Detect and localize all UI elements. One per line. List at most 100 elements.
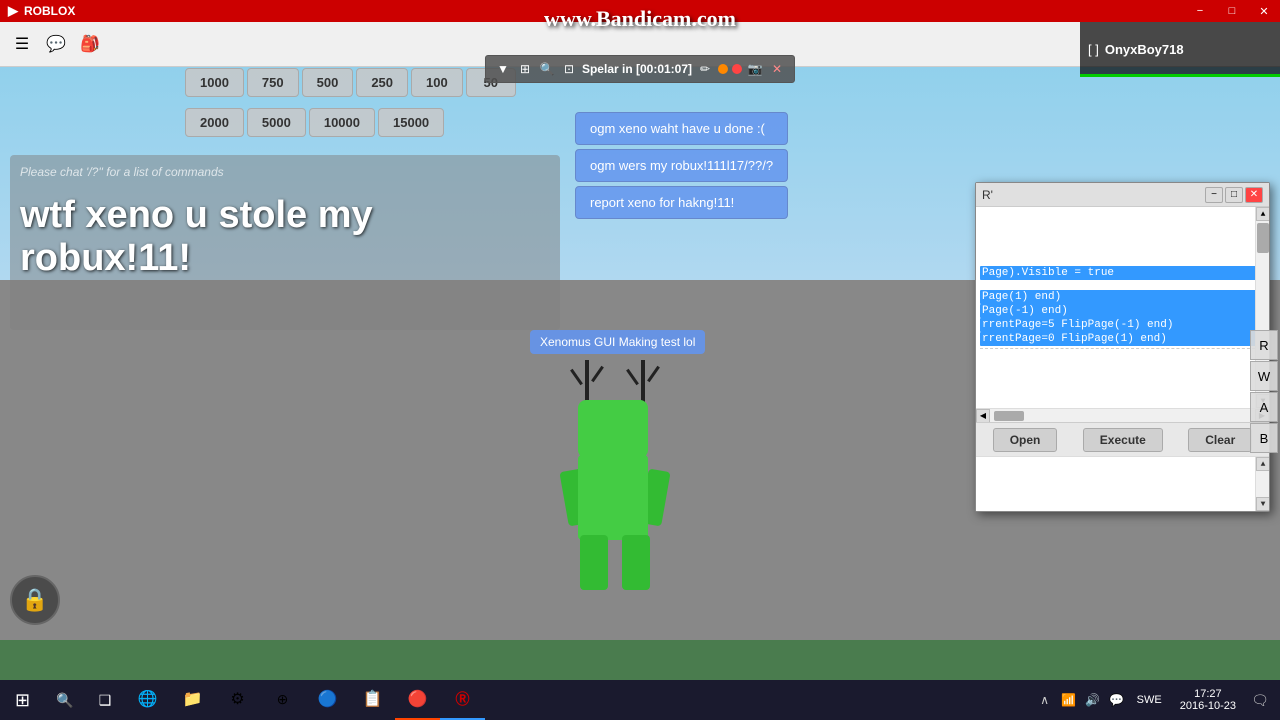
script-editor-title: R' <box>982 188 993 202</box>
chat-icon[interactable]: 💬 <box>42 30 70 58</box>
taskbar-app-cortana[interactable]: 🔵 <box>305 680 350 720</box>
script-code-line5: rrentPage=0 FlipPage(1) end) <box>980 332 1265 346</box>
recording-toolbar: ▼ ⊞ 🔍 ⊡ Spelar in [00:01:07] ✏ 📷 ✕ <box>485 55 795 83</box>
minimize-button[interactable]: − <box>1184 0 1216 22</box>
taskbar-app-roblox[interactable]: Ⓡ <box>440 680 485 720</box>
script-action-buttons: Open Execute Clear <box>976 422 1269 456</box>
titlebar-left: ▶ ROBLOX <box>0 3 75 19</box>
chat-msg-2[interactable]: ogm wers my robux!111l17/??/? <box>575 149 788 182</box>
character-tooltip: Xenomus GUI Making test lol <box>530 330 705 354</box>
tray-network[interactable]: 📶 <box>1059 680 1079 720</box>
btn-15000[interactable]: 15000 <box>378 108 444 137</box>
rec-indicator-orange <box>718 64 728 74</box>
recording-timer: Spelar in [00:01:07] <box>582 62 692 76</box>
top-buttons-row1: 1000 750 500 250 100 50 <box>185 68 516 97</box>
script-open-button[interactable]: Open <box>993 428 1058 452</box>
scroll-h-thumb[interactable] <box>994 411 1024 421</box>
btn-250[interactable]: 250 <box>356 68 408 97</box>
btn-5000[interactable]: 5000 <box>247 108 306 137</box>
rec-indicator-red <box>732 64 742 74</box>
notification-button[interactable]: 🗨 <box>1248 680 1272 720</box>
search-button[interactable]: 🔍 <box>45 680 85 720</box>
rec-copy-icon[interactable]: ⊞ <box>516 60 534 78</box>
player-panel: [ ] OnyxBoy718 <box>1080 22 1280 77</box>
script-minimize-button[interactable]: − <box>1205 187 1223 203</box>
taskbar-date: 2016-10-23 <box>1180 700 1236 712</box>
script-editor-titlebar: R' − □ ✕ <box>976 183 1269 207</box>
bandicam-watermark: www.Bandicam.com <box>544 6 736 32</box>
output-scroll-down[interactable]: ▼ <box>1256 497 1269 511</box>
right-icon-3[interactable]: A <box>1250 392 1278 422</box>
start-button[interactable]: ⊞ <box>0 680 45 720</box>
script-code-empty-top <box>980 211 1265 266</box>
script-code-divider <box>980 348 1265 349</box>
script-horizontal-scrollbar: ◀ ▶ <box>976 408 1269 422</box>
btn-100[interactable]: 100 <box>411 68 463 97</box>
right-icon-2[interactable]: W <box>1250 361 1278 391</box>
rec-zoom-icon[interactable]: 🔍 <box>538 60 556 78</box>
right-floating-icons: R W A B <box>1250 200 1280 453</box>
right-icon-4[interactable]: B <box>1250 423 1278 453</box>
chat-msg-3[interactable]: report xeno for hakng!11! <box>575 186 788 219</box>
chat-hint: Please chat '/?'' for a list of commands <box>20 165 550 179</box>
script-editor-body: Page).Visible = true Page(1) end) Page(-… <box>976 207 1269 511</box>
script-maximize-button[interactable]: □ <box>1225 187 1243 203</box>
rec-close-icon[interactable]: ✕ <box>768 60 786 78</box>
script-code-line3: Page(-1) end) <box>980 304 1265 318</box>
scroll-left-arrow[interactable]: ◀ <box>976 409 990 423</box>
script-clear-button[interactable]: Clear <box>1188 428 1252 452</box>
chat-panel: Please chat '/?'' for a list of commands… <box>10 155 560 330</box>
windows-taskbar: ⊞ 🔍 ❑ 🌐 📁 ⚙ ⊕ 🔵 📋 🔴 Ⓡ ∧ 📶 🔊 💬 SWE 17:27 … <box>0 680 1280 720</box>
taskbar-app-settings[interactable]: ⚙ <box>215 680 260 720</box>
task-view-button[interactable]: ❑ <box>85 680 125 720</box>
taskbar-clock[interactable]: 17:27 2016-10-23 <box>1172 680 1244 720</box>
player-name: OnyxBoy718 <box>1105 42 1184 57</box>
roblox-logo-icon: ▶ <box>8 3 18 19</box>
close-button[interactable]: ✕ <box>1248 0 1280 22</box>
script-execute-button[interactable]: Execute <box>1083 428 1163 452</box>
script-code-area[interactable]: Page).Visible = true Page(1) end) Page(-… <box>976 207 1269 408</box>
maximize-button[interactable]: □ <box>1216 0 1248 22</box>
btn-10000[interactable]: 10000 <box>309 108 375 137</box>
tray-sound[interactable]: 🔊 <box>1083 680 1103 720</box>
script-code-gap <box>980 280 1265 290</box>
rec-dropdown-icon[interactable]: ▼ <box>494 60 512 78</box>
titlebar-controls: − □ ✕ <box>1184 0 1280 22</box>
menu-icon[interactable]: ☰ <box>8 30 36 58</box>
script-code-line1: Page).Visible = true <box>980 266 1265 280</box>
chat-messages-container: ogm xeno waht have u done :( ogm wers my… <box>575 112 788 219</box>
script-code-line2: Page(1) end) <box>980 290 1265 304</box>
player-health-bar <box>1080 74 1280 77</box>
taskbar-tray: ∧ 📶 🔊 💬 SWE 17:27 2016-10-23 🗨 <box>1035 680 1280 720</box>
script-output-scrollbar[interactable]: ▲ ▼ <box>1255 457 1269 511</box>
taskbar-time: 17:27 <box>1194 688 1222 700</box>
output-scroll-up[interactable]: ▲ <box>1256 457 1269 471</box>
btn-2000[interactable]: 2000 <box>185 108 244 137</box>
taskbar-app-explorer[interactable]: 📁 <box>170 680 215 720</box>
script-editor-window: R' − □ ✕ Page).Visible = true Page(1) en… <box>975 182 1270 512</box>
script-code-line4: rrentPage=5 FlipPage(-1) end) <box>980 318 1265 332</box>
btn-750[interactable]: 750 <box>247 68 299 97</box>
tray-notify[interactable]: 💬 <box>1107 680 1127 720</box>
top-buttons-row2: 2000 5000 10000 15000 <box>185 108 444 137</box>
tray-expand[interactable]: ∧ <box>1035 680 1055 720</box>
lock-icon[interactable]: 🔒 <box>10 575 60 625</box>
chat-msg-1[interactable]: ogm xeno waht have u done :( <box>575 112 788 145</box>
chat-main-text: wtf xeno u stole my robux!11! <box>20 194 550 280</box>
rec-settings-icon[interactable]: ⊡ <box>560 60 578 78</box>
taskbar-app-chrome[interactable]: ⊕ <box>260 680 305 720</box>
rec-camera-icon[interactable]: 📷 <box>746 60 764 78</box>
taskbar-language[interactable]: SWE <box>1131 694 1168 706</box>
titlebar-title: ROBLOX <box>24 4 75 18</box>
player-bracket: [ ] <box>1088 42 1099 57</box>
character: Xenomus GUI Making test lol <box>560 360 680 580</box>
taskbar-app-rec[interactable]: 🔴 <box>395 680 440 720</box>
btn-1000[interactable]: 1000 <box>185 68 244 97</box>
script-output-area[interactable]: ▲ ▼ <box>976 456 1269 511</box>
right-icon-1[interactable]: R <box>1250 330 1278 360</box>
taskbar-app-task2[interactable]: 📋 <box>350 680 395 720</box>
bag-icon[interactable]: 🎒 <box>76 30 104 58</box>
btn-500[interactable]: 500 <box>302 68 354 97</box>
taskbar-app-ie[interactable]: 🌐 <box>125 680 170 720</box>
rec-pen-icon[interactable]: ✏ <box>696 60 714 78</box>
